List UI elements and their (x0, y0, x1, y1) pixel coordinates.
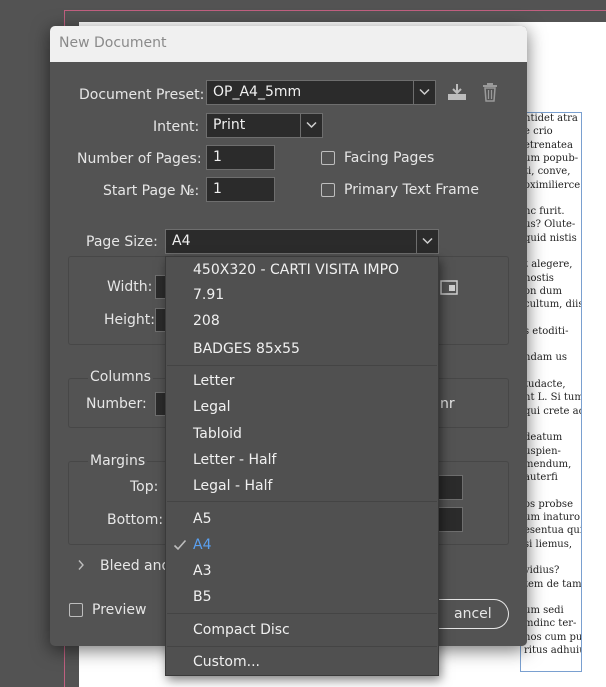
background-text-line: oximilierce (524, 179, 581, 191)
preset-value: OP_A4_5mm (213, 84, 302, 100)
menu-item[interactable]: A5 (193, 511, 211, 527)
dialog-title: New Document (59, 35, 167, 51)
background-text-line: e crio (524, 126, 553, 138)
bleed-label[interactable]: Bleed and (100, 558, 170, 574)
checkmark-icon (173, 539, 187, 555)
cancel-button-label: ancel (454, 606, 492, 622)
background-text-line: mendum, (524, 458, 572, 470)
background-text-line: cultum, diis (524, 299, 582, 311)
columns-title: Columns (88, 369, 153, 385)
text-frame: ntidet atra e crio etrenatea um popub-ti, c… (520, 112, 582, 672)
background-text-line: um sedi (524, 605, 564, 617)
background-text-line: esentua quid (524, 525, 581, 537)
dialog-titlebar[interactable]: New Document (50, 26, 527, 62)
background-text-line: nt L. Si tum (524, 392, 582, 404)
menu-item[interactable]: Letter (193, 373, 235, 389)
background-text-line: qui crete ac (524, 405, 582, 417)
menu-separator (167, 501, 437, 502)
facing-pages-checkbox[interactable] (321, 151, 335, 165)
start-page-label: Start Page №: (103, 183, 200, 199)
pages-label: Number of Pages: (77, 151, 202, 167)
margin-right-input[interactable] (436, 475, 463, 500)
save-preset-icon[interactable] (446, 82, 468, 106)
gutter-fragment: nr (440, 396, 455, 412)
intent-value: Print (213, 117, 246, 133)
menu-item[interactable]: Custom... (193, 654, 260, 670)
height-label: Height: (104, 312, 155, 328)
menu-item[interactable]: BADGES 85x55 (193, 341, 300, 357)
menu-item[interactable]: 7.91 (193, 287, 224, 303)
chevron-right-icon[interactable] (77, 559, 85, 575)
background-text-line: on dum (524, 285, 562, 297)
primary-text-frame-label: Primary Text Frame (344, 182, 479, 198)
background-text-line: tem de tam (524, 578, 582, 590)
pages-value: 1 (213, 149, 222, 165)
page-size-menu: 450X320 - CARTI VISITA IMPO 7.91 208 BAD… (165, 256, 439, 676)
intent-select[interactable]: Print (206, 113, 323, 138)
menu-item[interactable]: Compact Disc (193, 622, 290, 638)
delete-preset-icon[interactable] (482, 82, 498, 106)
background-text-line: etrenatea (524, 139, 573, 151)
primary-text-frame-checkbox[interactable] (321, 183, 335, 197)
background-text-line: ntidet atra (524, 113, 578, 124)
preview-label: Preview (92, 602, 147, 618)
preview-checkbox[interactable] (69, 603, 83, 617)
orientation-icon[interactable] (440, 278, 458, 300)
menu-item-selected[interactable]: A4 (193, 537, 211, 553)
background-text-line: si liemus, (524, 538, 573, 550)
background-text-line: mdinc ter- (524, 618, 577, 630)
menu-item[interactable]: Letter - Half (193, 452, 276, 468)
page-size-label: Page Size: (86, 234, 158, 250)
preset-select[interactable]: OP_A4_5mm (206, 80, 436, 105)
menu-item[interactable]: B5 (193, 589, 212, 605)
preset-label: Document Preset: (79, 87, 205, 103)
start-page-input[interactable]: 1 (206, 177, 275, 202)
background-text-line: uspien- (524, 445, 561, 457)
menu-item[interactable]: A3 (193, 563, 211, 579)
background-text-line: s etoditi- (524, 325, 569, 337)
chevron-down-icon (300, 114, 322, 137)
background-text-line: t alegere, (524, 259, 573, 271)
menu-separator (167, 613, 437, 614)
background-text-line: nostis (524, 272, 554, 284)
background-text-line: us? Olute- (524, 219, 576, 231)
background-text-line: um inaturo (524, 512, 580, 523)
facing-pages-label: Facing Pages (344, 150, 435, 166)
background-text-line: ritus adhuiusat, perum (524, 645, 581, 656)
menu-separator (167, 646, 437, 647)
number-label: Number: (86, 396, 147, 412)
background-text-line: vidius? (524, 565, 560, 577)
menu-item[interactable]: Legal - Half (193, 478, 272, 494)
chevron-down-icon (416, 230, 438, 253)
page-size-select[interactable]: A4 (165, 229, 439, 254)
background-text-line: ti, conve, (524, 166, 571, 178)
menu-item[interactable]: 450X320 - CARTI VISITA IMPO (193, 262, 399, 278)
margins-title: Margins (88, 453, 148, 469)
background-text-line: tudacte, (524, 379, 566, 390)
width-label: Width: (107, 279, 153, 295)
background-text-line: ndam us (524, 352, 568, 364)
margin-outside-input[interactable] (436, 507, 463, 532)
chevron-down-icon (413, 81, 435, 104)
menu-item[interactable]: 208 (193, 313, 220, 329)
background-text-line: um popub- (524, 152, 579, 164)
background-text-line: os probse (524, 498, 573, 510)
menu-separator (167, 365, 437, 366)
background-text-line: quid nistis (524, 232, 577, 244)
pages-input[interactable]: 1 (206, 145, 275, 170)
background-text-line: nc furit. (524, 206, 565, 218)
background-text-line: deatum (524, 432, 563, 444)
top-label: Top: (130, 479, 159, 495)
bottom-label: Bottom: (107, 512, 164, 528)
menu-item[interactable]: Tabloid (193, 426, 242, 442)
background-text-line: auterfi (524, 472, 558, 484)
start-page-value: 1 (213, 181, 222, 197)
intent-label: Intent: (153, 119, 200, 135)
menu-item[interactable]: Legal (193, 399, 231, 415)
page-size-value: A4 (172, 233, 191, 249)
background-text-line: nos cum publicla vid sterfer (524, 631, 582, 643)
